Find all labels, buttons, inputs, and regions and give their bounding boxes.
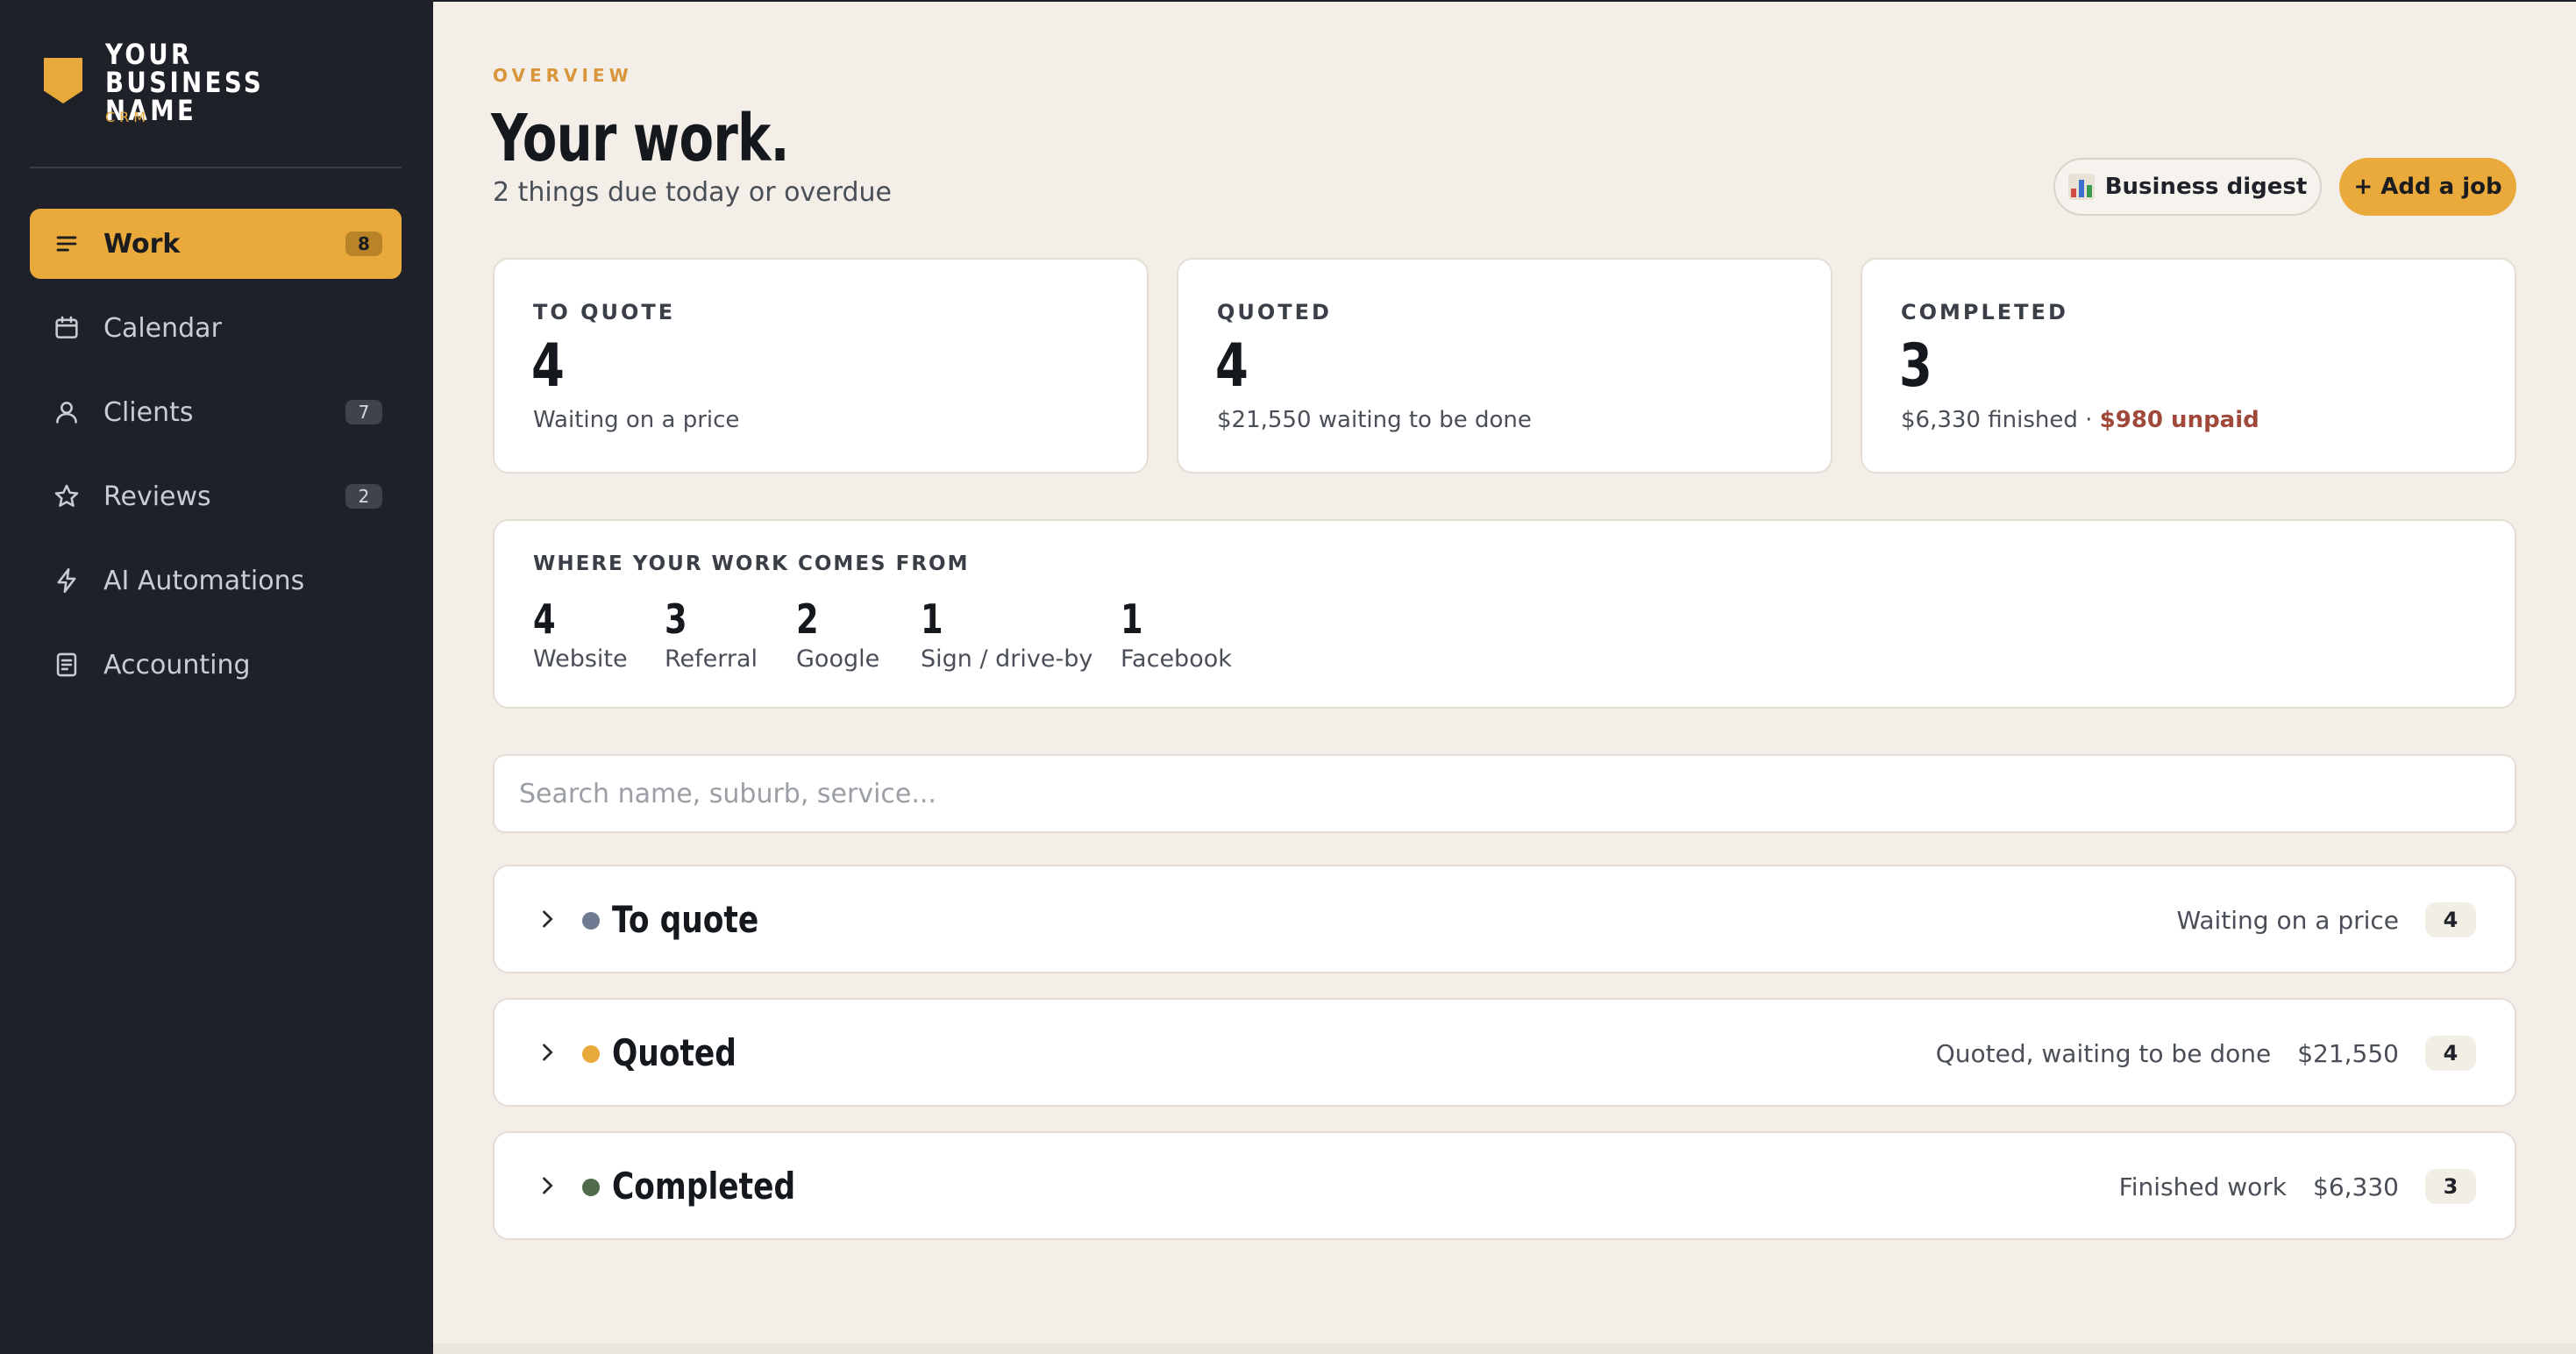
stat-card-quoted[interactable]: QUOTED 4 $21,550 waiting to be done: [1177, 258, 1832, 474]
group-to-quote[interactable]: To quote Waiting on a price 4: [493, 865, 2516, 973]
sidebar-divider: [30, 167, 402, 168]
main-content: OVERVIEW Your work. 2 things due today o…: [433, 0, 2576, 1354]
sidebar-item-label: Calendar: [103, 312, 222, 344]
chevron-right-icon[interactable]: [535, 1040, 559, 1065]
source-count: 1: [921, 595, 943, 643]
group-summary: Waiting on a price 4: [2176, 900, 2476, 940]
completed-finished-text: $6,330 finished ·: [1901, 407, 2100, 433]
source-count: 3: [665, 595, 687, 643]
source-label: Website: [533, 645, 628, 673]
brand-tagline: CRM: [105, 109, 151, 125]
group-count-badge: 4: [2425, 902, 2476, 937]
group-title: To quote: [612, 898, 759, 941]
group-amount: $6,330: [2313, 1172, 2399, 1201]
add-job-button[interactable]: + Add a job: [2339, 158, 2516, 216]
brand[interactable]: YOUR BUSINESS NAME CRM: [44, 40, 412, 137]
source-facebook: 1 Facebook: [1121, 596, 1232, 673]
list-icon: [51, 228, 82, 260]
group-title: Quoted: [612, 1031, 737, 1074]
section-eyebrow: OVERVIEW: [493, 65, 633, 86]
source-website: 4 Website: [533, 596, 628, 673]
source-google: 2 Google: [796, 596, 879, 673]
chevron-right-icon[interactable]: [535, 1173, 559, 1198]
source-count: 2: [796, 595, 819, 643]
sidebar-item-reviews[interactable]: Reviews 2: [30, 461, 402, 531]
star-icon: [51, 481, 82, 512]
group-status: Quoted, waiting to be done: [1935, 1038, 2272, 1068]
sidebar-badge: 7: [345, 400, 382, 424]
sidebar-item-calendar[interactable]: Calendar: [30, 293, 402, 363]
group-title: Completed: [612, 1165, 796, 1208]
source-count: 1: [1121, 595, 1143, 643]
bar-chart-icon: [2067, 174, 2095, 200]
sidebar-item-label: Accounting: [103, 649, 251, 681]
source-referral: 3 Referral: [665, 596, 758, 673]
group-summary: Quoted, waiting to be done $21,550 4: [1936, 1033, 2476, 1073]
group-status: Waiting on a price: [2176, 905, 2399, 935]
search-input[interactable]: [493, 754, 2516, 833]
bottom-edge: [433, 1343, 2576, 1354]
stat-card-completed[interactable]: COMPLETED 3 $6,330 finished · $980 unpai…: [1861, 258, 2516, 474]
source-label: Facebook: [1121, 645, 1232, 673]
bolt-icon: [51, 565, 82, 596]
sidebar-item-accounting[interactable]: Accounting: [30, 630, 402, 700]
ledger-icon: [51, 649, 82, 681]
group-quoted[interactable]: Quoted Quoted, waiting to be done $21,55…: [493, 998, 2516, 1107]
stat-note: $6,330 finished · $980 unpaid: [1901, 407, 2259, 433]
stat-label: TO QUOTE: [533, 300, 676, 324]
source-sign-drive-by: 1 Sign / drive-by: [921, 596, 1092, 673]
calendar-icon: [51, 312, 82, 344]
user-icon: [51, 396, 82, 428]
stat-label: COMPLETED: [1901, 300, 2068, 324]
group-count-badge: 4: [2425, 1036, 2476, 1071]
stat-value: 4: [1215, 331, 1249, 401]
sidebar-item-ai-automations[interactable]: AI Automations: [30, 545, 402, 616]
chevron-right-icon[interactable]: [535, 907, 559, 931]
group-summary: Finished work $6,330 3: [2119, 1166, 2476, 1207]
sources-title: WHERE YOUR WORK COMES FROM: [533, 552, 970, 575]
status-dot: [582, 1179, 600, 1196]
source-label: Google: [796, 645, 880, 673]
sidebar-nav: Work 8 Calendar Clients 7 Reviews 2 AI A…: [30, 209, 402, 714]
source-label: Referral: [665, 645, 758, 673]
group-completed[interactable]: Completed Finished work $6,330 3: [493, 1131, 2516, 1240]
source-count: 4: [533, 595, 556, 643]
stat-label: QUOTED: [1217, 300, 1332, 324]
sidebar-item-clients[interactable]: Clients 7: [30, 377, 402, 447]
stat-value: 3: [1899, 331, 1932, 401]
stat-note: Waiting on a price: [533, 407, 740, 433]
source-label: Sign / drive-by: [921, 645, 1093, 673]
business-digest-button[interactable]: Business digest: [2053, 158, 2322, 216]
business-digest-label: Business digest: [2104, 174, 2308, 200]
status-dot: [582, 1045, 600, 1063]
stat-card-to-quote[interactable]: TO QUOTE 4 Waiting on a price: [493, 258, 1149, 474]
page-title: Your work.: [491, 101, 790, 176]
sidebar: YOUR BUSINESS NAME CRM Work 8 Calendar C…: [0, 0, 433, 1354]
sidebar-item-label: AI Automations: [103, 565, 305, 596]
stat-value: 4: [531, 331, 565, 401]
group-count-badge: 3: [2425, 1169, 2476, 1204]
group-status: Finished work: [2118, 1172, 2288, 1201]
page-subtitle: 2 things due today or overdue: [493, 177, 892, 208]
group-amount: $21,550: [2297, 1038, 2399, 1068]
sidebar-badge: 8: [345, 232, 382, 256]
sidebar-badge: 2: [345, 484, 382, 509]
stat-note: $21,550 waiting to be done: [1217, 407, 1532, 433]
unpaid-amount: $980 unpaid: [2099, 407, 2259, 433]
shield-logo-icon: [44, 58, 82, 103]
work-sources-card: WHERE YOUR WORK COMES FROM 4 Website 3 R…: [493, 519, 2516, 709]
sidebar-item-work[interactable]: Work 8: [30, 209, 402, 279]
status-dot: [582, 912, 600, 930]
